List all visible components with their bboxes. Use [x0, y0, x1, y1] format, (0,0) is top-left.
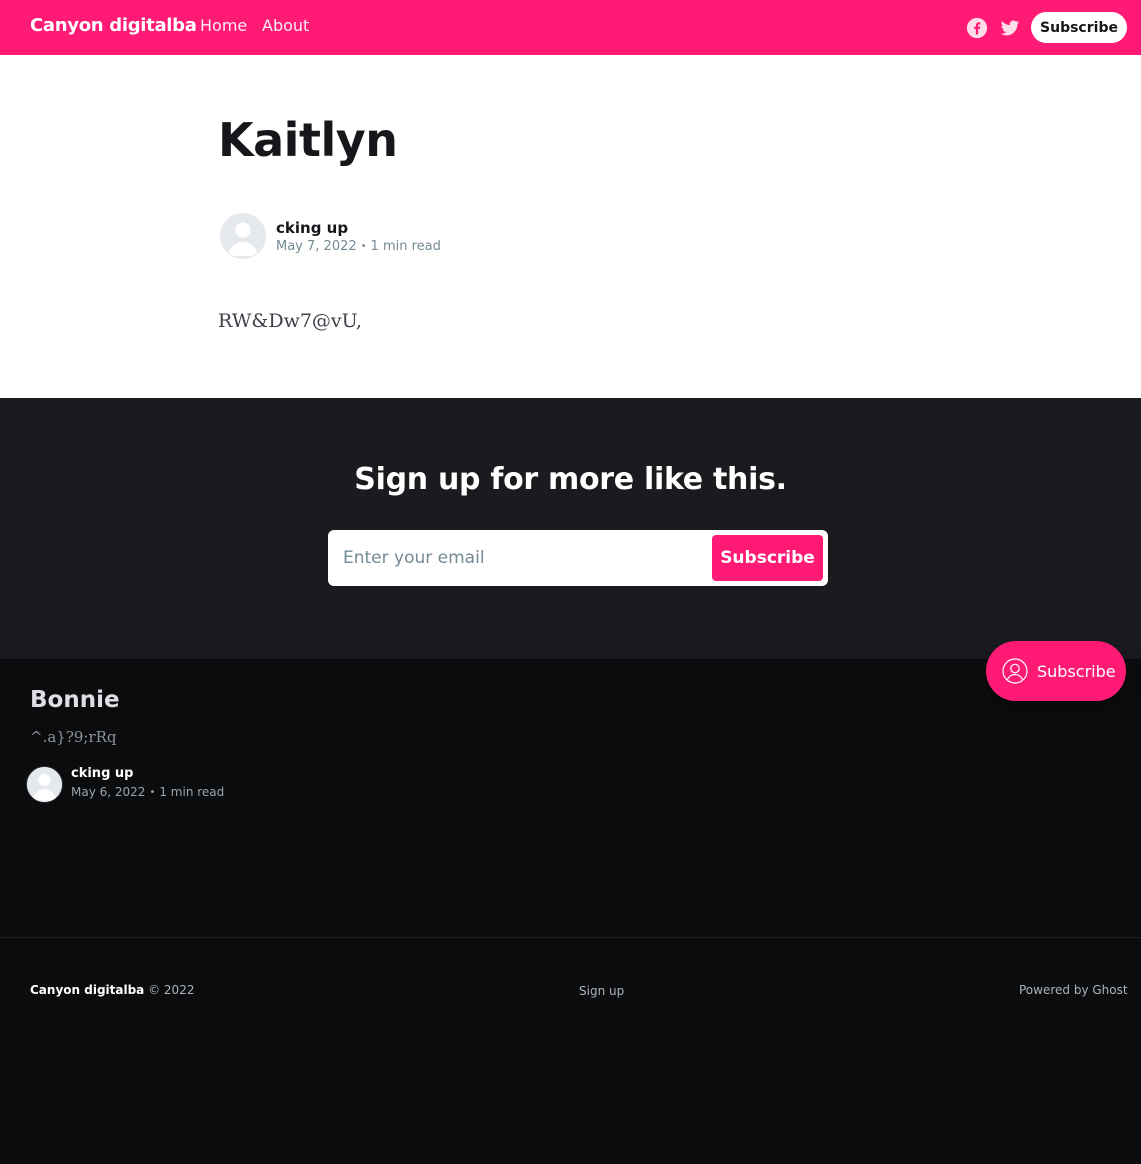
user-icon [1002, 658, 1028, 684]
article-body: RW&Dw7@vU, [218, 310, 362, 332]
twitter-icon[interactable] [999, 17, 1021, 39]
facebook-icon[interactable] [966, 17, 988, 39]
site-header: Canyon digitalba Home About Subscribe [0, 0, 1141, 55]
signup-form: Subscribe [328, 530, 828, 586]
footer-powered-by[interactable]: Powered by Ghost [1019, 983, 1128, 997]
related-author-name[interactable]: cking up [71, 766, 133, 781]
related-author-avatar[interactable] [26, 766, 63, 803]
signup-cta: Sign up for more like this. Subscribe [0, 398, 1141, 659]
header-subscribe-button[interactable]: Subscribe [1031, 12, 1127, 43]
article: Kaitlyn cking up May 7, 2022 • 1 min read … [0, 55, 1141, 398]
footer-site-name[interactable]: Canyon digitalba [30, 983, 144, 997]
related-post-meta: May 6, 2022 • 1 min read [71, 785, 224, 799]
meta-separator: • [360, 241, 367, 252]
related-post-date: May 6, 2022 [71, 785, 146, 799]
footer-copyright: Canyon digitalba © 2022 [30, 983, 194, 997]
post-date: May 7, 2022 [276, 239, 357, 254]
article-title: Kaitlyn [218, 113, 398, 167]
portal-subscribe-button[interactable]: Subscribe [986, 641, 1126, 701]
footer-copyright-year: © 2022 [148, 983, 195, 997]
meta-separator: • [149, 787, 156, 798]
footer-signup-link[interactable]: Sign up [579, 984, 624, 998]
related-reading-time: 1 min read [159, 785, 225, 799]
post-meta: May 7, 2022 • 1 min read [276, 239, 441, 254]
related-post-excerpt[interactable]: ^.a}?9;rRq [30, 728, 117, 746]
related-post-title[interactable]: Bonnie [30, 687, 120, 713]
author-avatar[interactable] [220, 213, 266, 259]
email-input[interactable] [328, 530, 708, 586]
site-brand[interactable]: Canyon digitalba [30, 15, 197, 36]
nav-home[interactable]: Home [200, 16, 247, 35]
reading-time: 1 min read [370, 239, 441, 254]
cta-title: Sign up for more like this. [354, 462, 787, 497]
author-name[interactable]: cking up [276, 219, 348, 237]
portal-subscribe-label: Subscribe [1037, 661, 1116, 681]
cta-subscribe-button[interactable]: Subscribe [712, 535, 823, 581]
footer-divider [0, 937, 1141, 938]
nav-about[interactable]: About [262, 16, 309, 35]
